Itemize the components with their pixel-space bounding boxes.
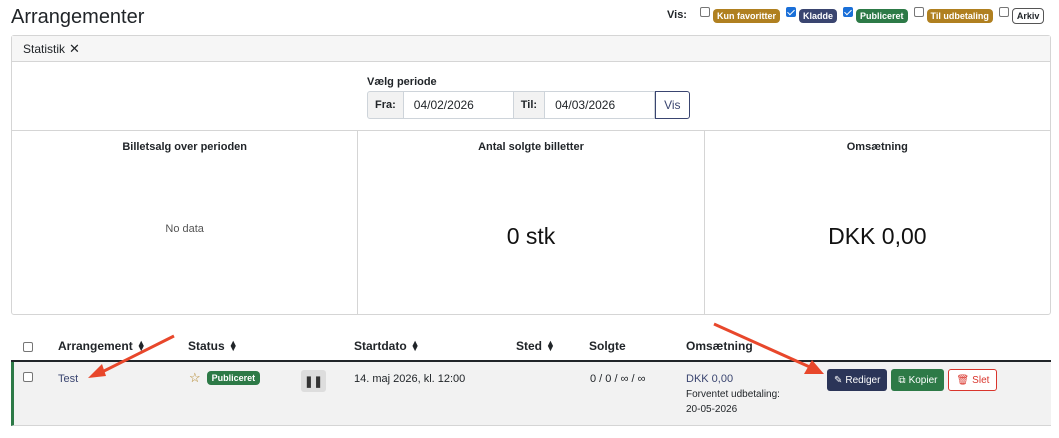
sort-icon: ▲ ▼ xyxy=(228,337,238,353)
filter-checkbox-payout[interactable] xyxy=(913,7,924,17)
event-name-link[interactable]: Test xyxy=(58,373,78,385)
stat-card-sales: Billetsalg over perioden No data xyxy=(12,131,359,315)
stat-card-value: No data xyxy=(165,223,204,235)
payout-label: Forventet udbetaling: xyxy=(686,389,780,400)
close-icon[interactable]: ✕ xyxy=(69,42,80,55)
copy-button-label: Kopier xyxy=(908,374,938,386)
row-checkbox[interactable] xyxy=(23,372,33,382)
stat-card-value: 0 stk xyxy=(506,223,556,249)
edit-button[interactable]: ✎ Rediger xyxy=(827,369,888,391)
payout-date: 20-05-2026 xyxy=(686,404,738,415)
filters-label: Vis: xyxy=(667,9,687,21)
header-start-label: Startdato xyxy=(354,339,407,353)
header-start[interactable]: Startdato ▲ ▼ xyxy=(354,337,420,353)
stat-card-tickets: Antal solgte billetter 0 stk xyxy=(358,131,705,315)
stat-card-title: Billetsalg over perioden xyxy=(122,141,248,153)
filter-checkbox-favorites[interactable] xyxy=(699,7,710,17)
delete-button-label: Slet xyxy=(972,374,990,386)
start-date: 14. maj 2026, kl. 12:00 xyxy=(354,373,466,385)
stat-card-title: Antal solgte billetter xyxy=(478,141,584,153)
stat-card-value: DKK 0,00 xyxy=(828,223,927,249)
statistics-cards: Billetsalg over perioden No data Antal s… xyxy=(12,130,1050,315)
select-all-checkbox[interactable] xyxy=(23,342,33,352)
to-date-input[interactable]: 04/03/2026 xyxy=(545,91,656,119)
header-sold: Solgte xyxy=(589,339,626,353)
period-selector: Vælg periode Fra: 04/02/2026 Til: 04/03/… xyxy=(367,76,690,119)
status-cell: ☆ Publiceret xyxy=(189,370,261,386)
filter-badge-draft[interactable]: Kladde xyxy=(799,9,838,23)
sold-count: 0 / 0 / ∞ / ∞ xyxy=(590,373,646,385)
row-actions: ✎ Rediger ⧉ Kopier 🗑 Slet xyxy=(827,369,998,391)
header-status[interactable]: Status ▲ ▼ xyxy=(188,337,238,353)
visibility-filters: Vis: Kun favoritter Kladde Publiceret Ti… xyxy=(667,7,1047,24)
filter-badge-favorites[interactable]: Kun favoritter xyxy=(712,9,780,23)
from-date-input[interactable]: 04/02/2026 xyxy=(403,91,514,119)
star-icon[interactable]: ☆ xyxy=(189,370,201,386)
show-button[interactable]: Vis xyxy=(655,91,690,119)
sort-icon: ▲ ▼ xyxy=(410,337,420,353)
annotation-arrow-event xyxy=(88,334,175,378)
filter-badge-archive[interactable]: Arkiv xyxy=(1011,8,1045,24)
from-label: Fra: xyxy=(367,91,404,119)
stat-card-revenue: Omsætning DKK 0,00 xyxy=(705,131,1050,315)
pause-icon: ❚❚ xyxy=(301,370,326,392)
copy-button[interactable]: ⧉ Kopier xyxy=(891,369,945,391)
filter-checkbox-published[interactable] xyxy=(843,7,854,17)
annotation-arrow-actions xyxy=(713,322,824,374)
delete-button[interactable]: 🗑 Slet xyxy=(948,369,998,391)
header-status-label: Status xyxy=(188,339,225,353)
filter-badge-payout[interactable]: Til udbetaling xyxy=(926,9,993,23)
edit-icon: ✎ xyxy=(834,374,843,386)
to-label: Til: xyxy=(513,91,546,119)
filter-checkbox-archive[interactable] xyxy=(998,7,1009,17)
copy-icon: ⧉ xyxy=(898,374,906,386)
status-badge: Publiceret xyxy=(206,371,261,385)
page: Arrangementer Vis: Kun favoritter Kladde… xyxy=(0,0,1059,438)
header-place[interactable]: Sted ▲ ▼ xyxy=(516,337,555,353)
stat-card-title: Omsætning xyxy=(846,141,908,153)
statistics-header[interactable]: Statistik ✕ xyxy=(12,36,1050,62)
revenue-cell: DKK 0,00 Forventet udbetaling: 20-05-202… xyxy=(686,373,780,415)
edit-button-label: Rediger xyxy=(845,374,881,386)
trash-icon: 🗑 xyxy=(956,374,970,386)
page-title: Arrangementer xyxy=(11,6,145,28)
filter-checkbox-draft[interactable] xyxy=(786,7,796,17)
sort-icon: ▲ ▼ xyxy=(546,337,555,353)
header-sold-label: Solgte xyxy=(589,339,626,353)
header-place-label: Sted xyxy=(516,339,543,353)
statistics-panel: Statistik ✕ Vælg periode Fra: 04/02/2026… xyxy=(11,35,1051,315)
period-label: Vælg periode xyxy=(367,76,437,88)
filter-badge-published[interactable]: Publiceret xyxy=(856,9,908,23)
statistics-title: Statistik xyxy=(23,41,66,56)
pause-button[interactable]: ❚❚ xyxy=(301,370,326,392)
